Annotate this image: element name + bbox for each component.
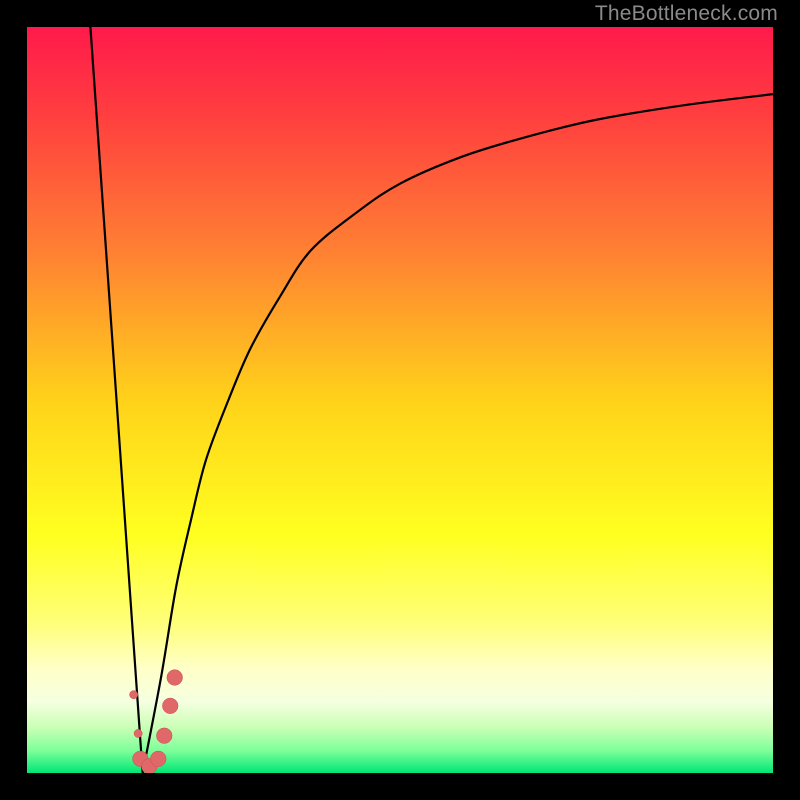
chart-svg [27, 27, 773, 773]
plot-area [27, 27, 773, 773]
chart-frame: TheBottleneck.com [0, 0, 800, 800]
watermark-text: TheBottleneck.com [595, 2, 778, 26]
curve-marker [162, 698, 178, 714]
curve-marker [150, 751, 166, 767]
curve-marker [156, 728, 172, 744]
gradient-background [27, 27, 773, 773]
curve-marker [130, 691, 138, 699]
curve-marker [167, 670, 183, 686]
curve-marker [134, 729, 142, 737]
